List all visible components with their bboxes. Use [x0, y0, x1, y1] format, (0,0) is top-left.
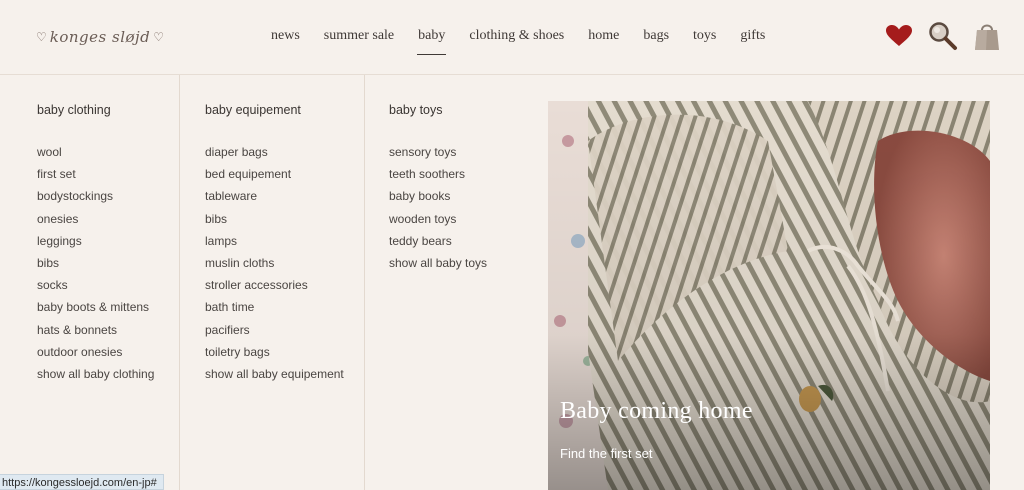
nav-home[interactable]: home	[588, 28, 619, 52]
menu-link[interactable]: stroller accessories	[205, 274, 344, 296]
search-icon	[929, 22, 957, 50]
promo-banner[interactable]: Baby coming home Find the first set	[548, 101, 990, 490]
nav-baby[interactable]: baby	[417, 28, 447, 55]
brand-logo[interactable]: ♡ konges sløjd ♡	[36, 24, 164, 50]
menu-link[interactable]: hats & bonnets	[37, 319, 154, 341]
nav-summer-sale[interactable]: summer sale	[324, 28, 394, 52]
menu-link[interactable]: outdoor onesies	[37, 341, 154, 363]
column-title[interactable]: baby toys	[389, 103, 443, 117]
menu-link[interactable]: bibs	[205, 208, 344, 230]
menu-link-show-all[interactable]: show all baby clothing	[37, 363, 154, 385]
menu-column-baby-toys: baby toys sensory toys teeth soothers ba…	[365, 75, 545, 490]
menu-link[interactable]: bath time	[205, 296, 344, 318]
menu-link[interactable]: first set	[37, 163, 154, 185]
menu-link[interactable]: pacifiers	[205, 319, 344, 341]
menu-link[interactable]: teddy bears	[389, 230, 487, 252]
promo-image	[548, 101, 990, 490]
logo-heart-right-icon: ♡	[153, 30, 165, 44]
menu-link[interactable]: onesies	[37, 208, 154, 230]
nav-gifts[interactable]: gifts	[740, 28, 765, 52]
menu-link[interactable]: diaper bags	[205, 141, 344, 163]
status-bar-url: https://kongessloejd.com/en-jp#	[0, 474, 164, 490]
site-header: ♡ konges sløjd ♡ news summer sale baby c…	[0, 0, 1024, 75]
menu-link[interactable]: leggings	[37, 230, 154, 252]
nav-clothing-shoes[interactable]: clothing & shoes	[469, 28, 564, 52]
menu-link[interactable]: baby books	[389, 185, 487, 207]
menu-link[interactable]: sensory toys	[389, 141, 487, 163]
menu-link[interactable]: tableware	[205, 185, 344, 207]
menu-link[interactable]: muslin cloths	[205, 252, 344, 274]
promo-title: Baby coming home	[560, 398, 753, 424]
logo-heart-left-icon: ♡	[36, 30, 47, 44]
nav-news[interactable]: news	[271, 28, 300, 52]
link-list: wool first set bodystockings onesies leg…	[37, 141, 154, 385]
menu-link[interactable]: baby boots & mittens	[37, 296, 154, 318]
menu-column-baby-clothing: baby clothing wool first set bodystockin…	[0, 75, 180, 490]
main-nav: news summer sale baby clothing & shoes h…	[271, 28, 789, 55]
menu-column-baby-equipement: baby equipement diaper bags bed equipeme…	[180, 75, 365, 490]
menu-link-show-all[interactable]: show all baby equipement	[205, 363, 344, 385]
link-list: sensory toys teeth soothers baby books w…	[389, 141, 487, 274]
menu-link[interactable]: lamps	[205, 230, 344, 252]
menu-link[interactable]: toiletry bags	[205, 341, 344, 363]
cart-button[interactable]	[972, 20, 1002, 52]
promo-link[interactable]: Find the first set	[560, 446, 652, 461]
menu-link[interactable]: wooden toys	[389, 208, 487, 230]
menu-link-show-all[interactable]: show all baby toys	[389, 252, 487, 274]
menu-link[interactable]: socks	[37, 274, 154, 296]
logo-text: konges sløjd	[49, 28, 151, 46]
wishlist-button[interactable]	[884, 20, 914, 52]
nav-toys[interactable]: toys	[693, 28, 716, 52]
shopping-bag-icon	[975, 24, 999, 50]
heart-icon	[886, 25, 912, 46]
menu-link[interactable]: wool	[37, 141, 154, 163]
menu-link[interactable]: bed equipement	[205, 163, 344, 185]
menu-link[interactable]: bibs	[37, 252, 154, 274]
menu-link[interactable]: bodystockings	[37, 185, 154, 207]
column-title[interactable]: baby clothing	[37, 103, 111, 117]
header-actions	[884, 20, 1002, 52]
link-list: diaper bags bed equipement tableware bib…	[205, 141, 344, 385]
column-title[interactable]: baby equipement	[205, 103, 301, 117]
menu-link[interactable]: teeth soothers	[389, 163, 487, 185]
search-button[interactable]	[928, 20, 958, 52]
nav-bags[interactable]: bags	[643, 28, 669, 52]
